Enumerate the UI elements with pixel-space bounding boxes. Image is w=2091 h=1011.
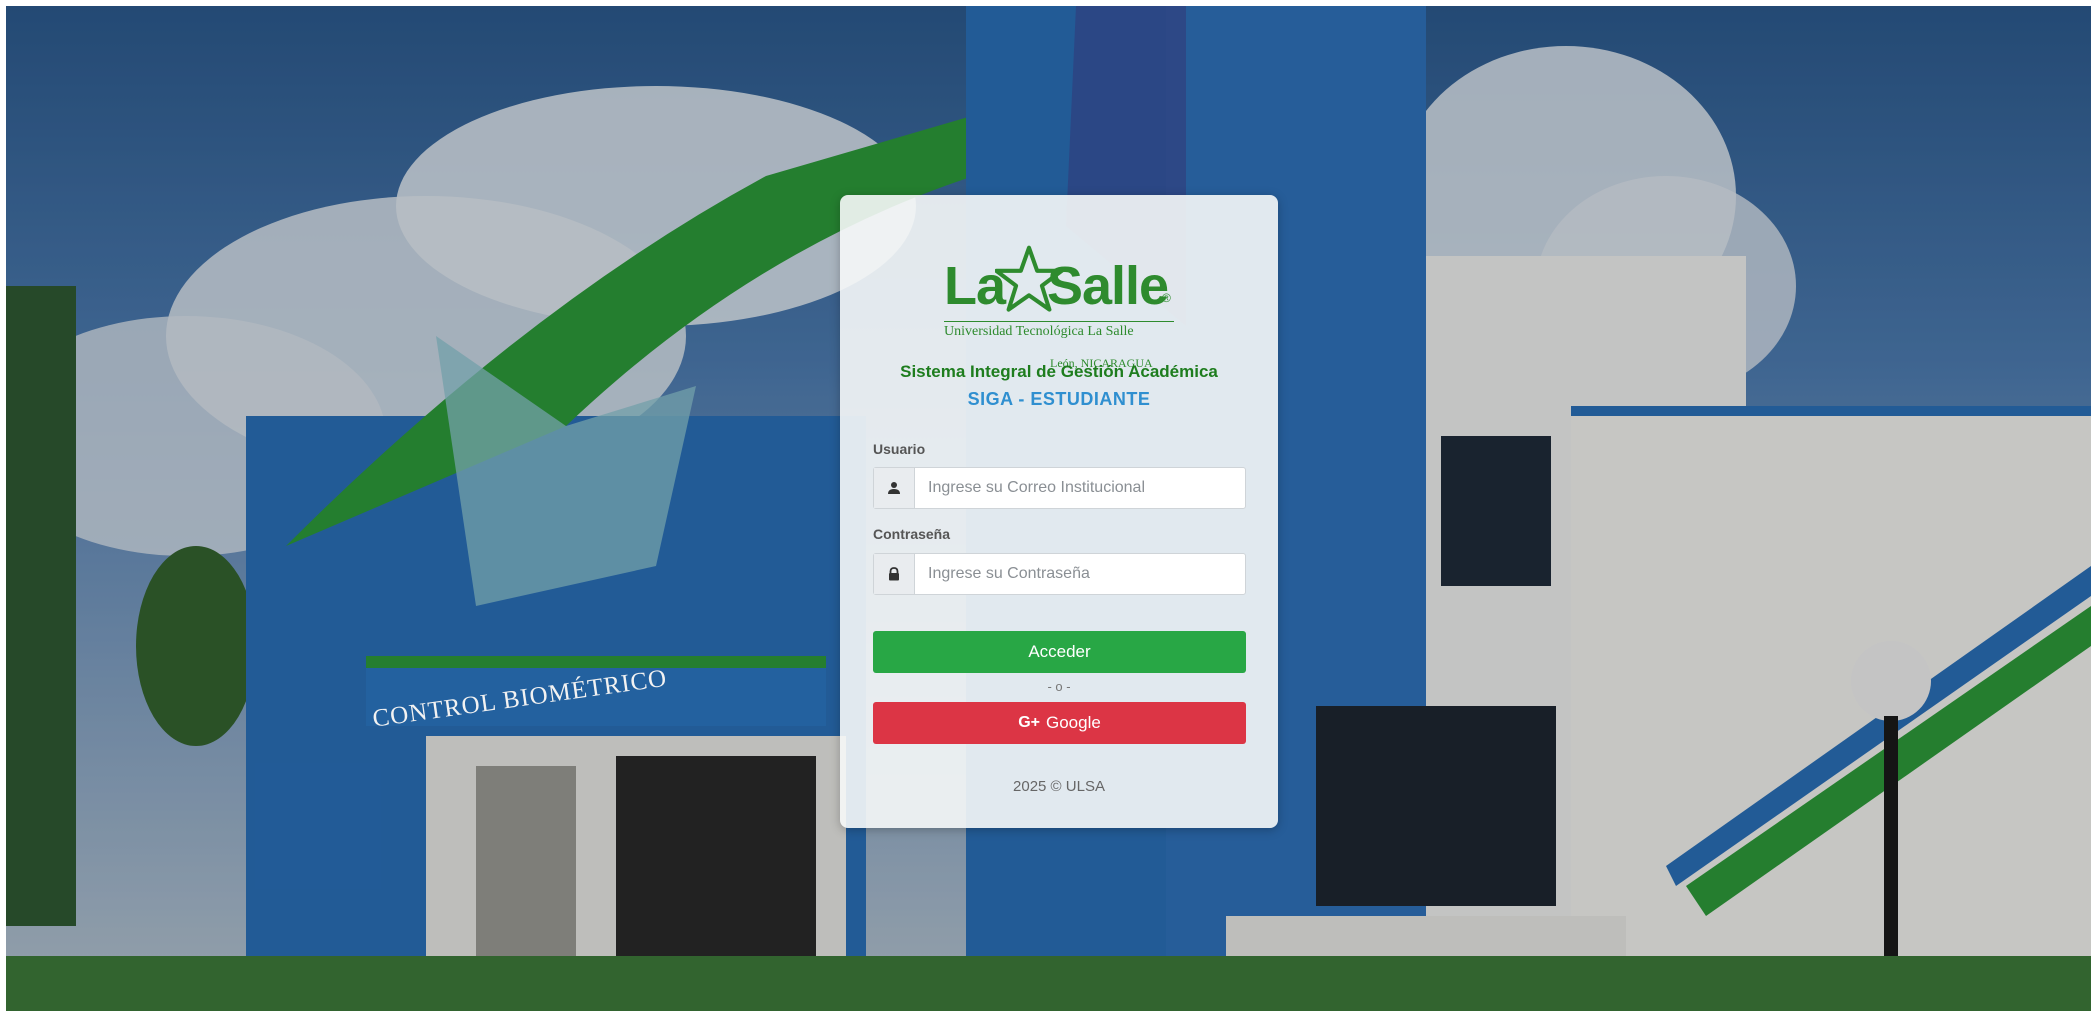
copyright-footer: 2025 © ULSA: [1013, 778, 1105, 795]
user-icon: [874, 468, 915, 508]
password-input-group: [873, 553, 1246, 595]
system-title: Sistema Integral de Gestión Académica: [900, 362, 1218, 381]
or-separator: - o -: [1047, 679, 1071, 694]
google-login-button[interactable]: G+ Google: [873, 702, 1246, 744]
user-input-group: [873, 467, 1246, 509]
la-salle-logo: La Salle ® Universidad Tecnológica La Sa…: [840, 225, 1278, 370]
login-card: La Salle ® Universidad Tecnológica La Sa…: [840, 195, 1278, 828]
password-input[interactable]: [915, 554, 1245, 594]
logo-university-name: Universidad Tecnológica La Salle: [944, 321, 1174, 340]
system-subtitle: SIGA - ESTUDIANTE: [967, 389, 1151, 409]
star-icon: [995, 245, 1063, 312]
lock-icon: [874, 554, 915, 594]
logo-brand-right: Salle: [1047, 256, 1169, 316]
login-button[interactable]: Acceder: [873, 631, 1246, 673]
google-plus-icon: G+: [1018, 714, 1040, 731]
google-button-label: Google: [1045, 713, 1101, 732]
registered-mark: ®: [1162, 291, 1171, 305]
email-input[interactable]: [915, 468, 1245, 508]
password-label: Contraseña: [873, 526, 951, 542]
user-label: Usuario: [873, 441, 926, 457]
